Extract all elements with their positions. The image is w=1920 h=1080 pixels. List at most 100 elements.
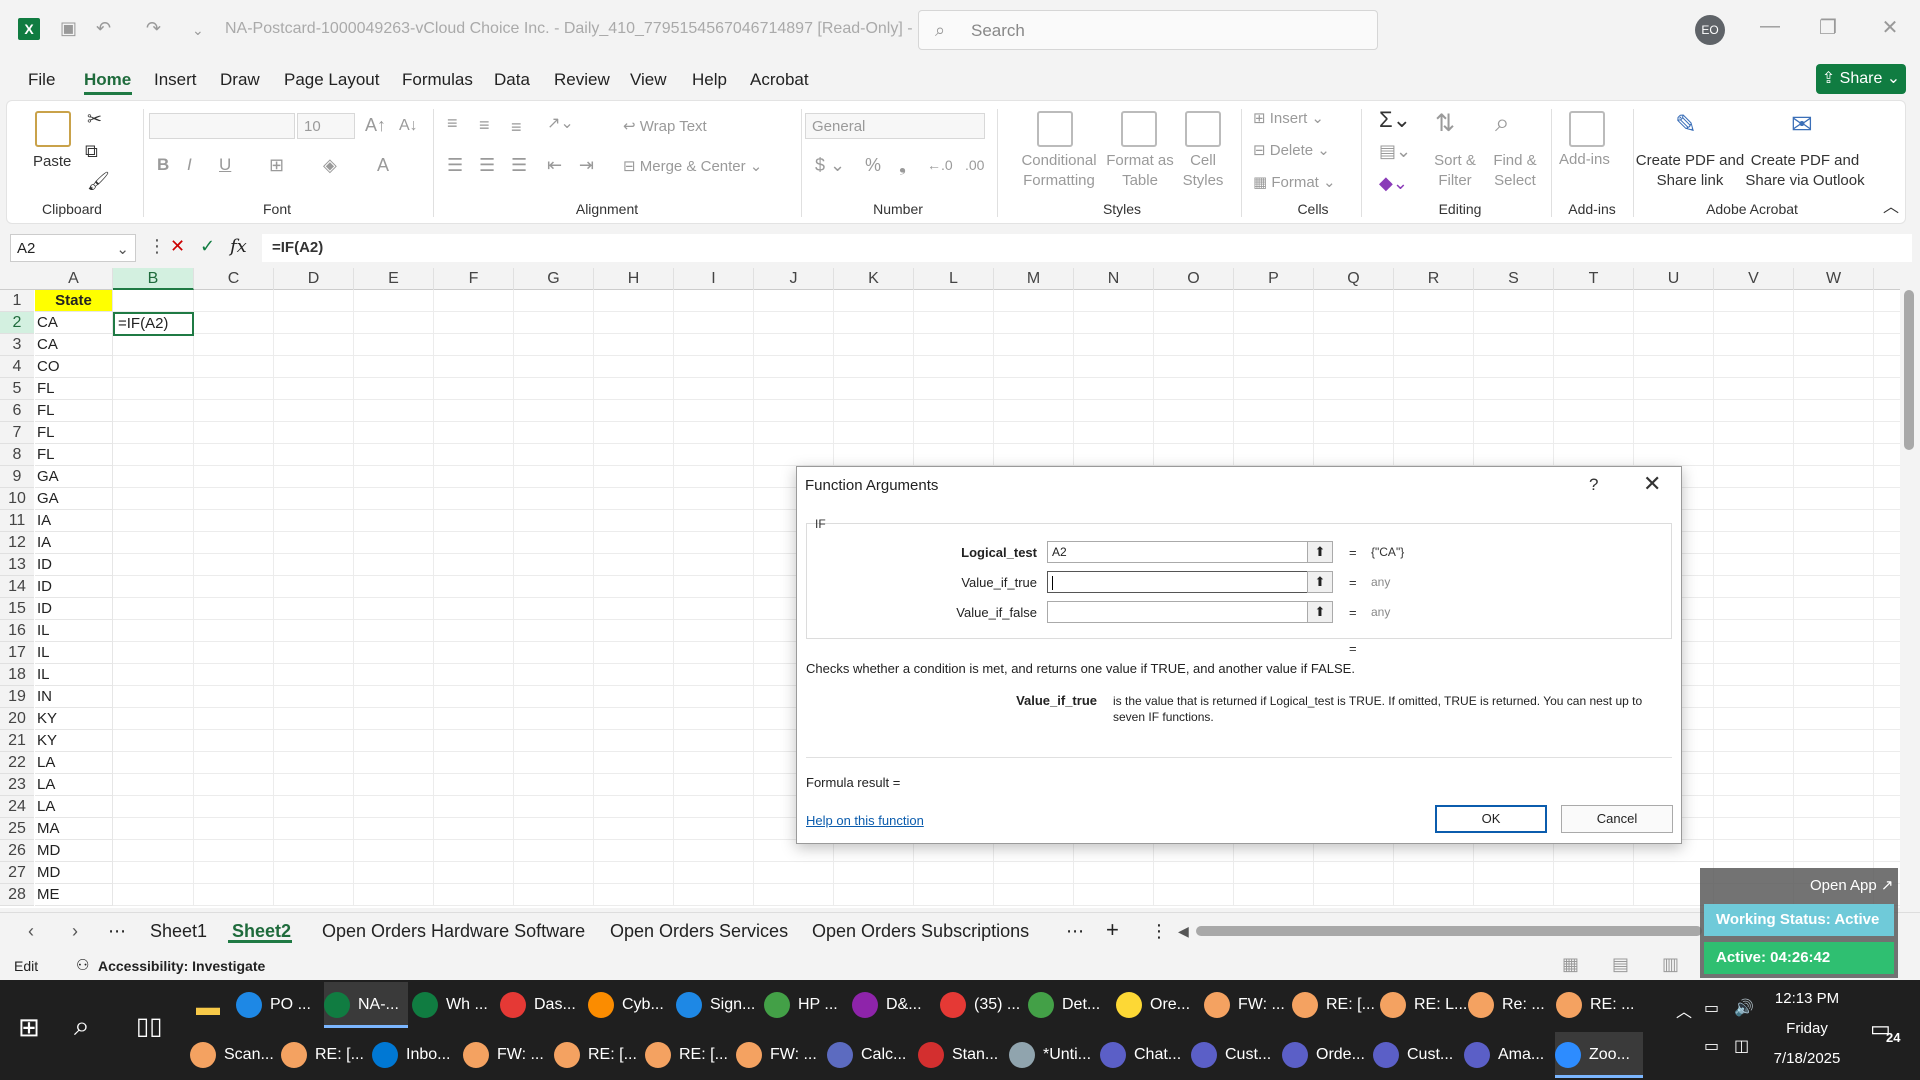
taskbar-app[interactable]: FW: ... <box>736 1032 824 1078</box>
page-break-view-icon[interactable]: ▥ <box>1662 954 1679 975</box>
cell-a[interactable]: LA <box>35 774 113 796</box>
column-header[interactable]: A <box>35 268 113 290</box>
row-header[interactable]: 22 <box>0 752 34 774</box>
show-hidden-icons-icon[interactable]: ︿ <box>1676 998 1692 1022</box>
column-header[interactable]: T <box>1554 268 1634 290</box>
currency-icon[interactable]: $ ⌄ <box>815 155 845 176</box>
row-header[interactable]: 21 <box>0 730 34 752</box>
taskbar-app[interactable]: (35) ... <box>940 982 1024 1028</box>
tab-options-icon[interactable]: ⋮ <box>1150 921 1168 942</box>
cancel-button[interactable]: Cancel <box>1561 805 1673 833</box>
taskbar-app[interactable]: Chat... <box>1100 1032 1188 1078</box>
decrease-indent-icon[interactable]: ⇤ <box>547 155 562 176</box>
sheet-tab-services[interactable]: Open Orders Services <box>610 921 788 942</box>
sheet-tab-sheet2[interactable]: Sheet2 <box>232 921 291 942</box>
windows-start-icon[interactable]: ⊞ <box>18 1012 40 1043</box>
next-sheet-icon[interactable]: › <box>72 921 78 942</box>
align-right-icon[interactable]: ☰ <box>511 155 527 176</box>
share-button[interactable]: ⇪ Share ⌄ <box>1816 64 1906 94</box>
row-header[interactable]: 16 <box>0 620 34 642</box>
cell-a[interactable]: ID <box>35 554 113 576</box>
cell-a[interactable]: IA <box>35 510 113 532</box>
cut-icon[interactable]: ✂ <box>87 109 102 130</box>
column-header[interactable]: P <box>1234 268 1314 290</box>
cell-a[interactable]: MA <box>35 818 113 840</box>
row-header[interactable]: 1 <box>0 290 34 312</box>
normal-view-icon[interactable]: ▦ <box>1562 954 1579 975</box>
taskbar-app[interactable]: PO ... <box>236 982 320 1028</box>
sort-filter-button[interactable]: Sort & Filter <box>1425 151 1485 191</box>
row-header[interactable]: 4 <box>0 356 34 378</box>
row-header[interactable]: 3 <box>0 334 34 356</box>
decrease-decimal-icon[interactable]: .00 <box>965 157 984 173</box>
taskbar-app[interactable]: HP ... <box>764 982 848 1028</box>
row-header[interactable]: 18 <box>0 664 34 686</box>
cell-a[interactable]: IL <box>35 642 113 664</box>
column-header[interactable]: R <box>1394 268 1474 290</box>
column-header[interactable]: G <box>514 268 594 290</box>
row-header[interactable]: 20 <box>0 708 34 730</box>
taskbar-app[interactable]: Sign... <box>676 982 760 1028</box>
create-pdf-outlook-button[interactable]: Create PDF and Share via Outlook <box>1743 151 1867 191</box>
undo-icon[interactable]: ↶ <box>96 18 111 39</box>
clear-icon[interactable]: ◆⌄ <box>1379 173 1408 194</box>
volume-icon[interactable]: 🔊 <box>1734 998 1754 1018</box>
taskbar-app[interactable]: Scan... <box>190 1032 278 1078</box>
cell-a[interactable]: MD <box>35 862 113 884</box>
network-icon[interactable]: ▭ <box>1704 1036 1719 1056</box>
taskbar-app[interactable]: Ore... <box>1116 982 1200 1028</box>
column-header[interactable]: K <box>834 268 914 290</box>
autosum-icon[interactable]: Σ⌄ <box>1379 107 1411 133</box>
clock-day[interactable]: Friday <box>1752 1020 1862 1037</box>
active-cell-b2[interactable]: =IF(A2) <box>113 312 194 336</box>
value-if-true-input[interactable] <box>1047 571 1309 593</box>
wrap-text-button[interactable]: ↩ Wrap Text <box>623 117 707 135</box>
underline-icon[interactable]: U <box>219 155 231 175</box>
row-header[interactable]: 7 <box>0 422 34 444</box>
insert-function-icon[interactable]: fx <box>230 236 247 257</box>
font-name-select[interactable] <box>149 113 295 139</box>
scroll-left-icon[interactable]: ◀ <box>1178 923 1189 940</box>
help-icon[interactable]: ? <box>1589 475 1598 495</box>
column-header[interactable]: L <box>914 268 994 290</box>
taskbar-app[interactable]: D&... <box>852 982 936 1028</box>
sheet-tab-sheet1[interactable]: Sheet1 <box>150 921 207 942</box>
taskbar-app[interactable]: Cyb... <box>588 982 672 1028</box>
row-header[interactable]: 13 <box>0 554 34 576</box>
row-header[interactable]: 15 <box>0 598 34 620</box>
cancel-entry-icon[interactable]: ✕ <box>170 236 185 257</box>
formula-input[interactable]: =IF(A2) <box>262 234 1912 262</box>
font-size-select[interactable]: 10 <box>297 113 355 139</box>
taskbar-app[interactable]: RE: L... <box>1380 982 1467 1028</box>
cell-a[interactable]: FL <box>35 422 113 444</box>
cell-styles-icon[interactable] <box>1185 111 1221 147</box>
column-header[interactable]: O <box>1154 268 1234 290</box>
delete-cells-button[interactable]: ⊟ Delete ⌄ <box>1253 141 1330 159</box>
row-header[interactable]: 17 <box>0 642 34 664</box>
cell-a[interactable]: IN <box>35 686 113 708</box>
orientation-icon[interactable]: ↗⌄ <box>547 113 574 133</box>
confirm-entry-icon[interactable]: ✓ <box>200 236 215 257</box>
row-header[interactable]: 27 <box>0 862 34 884</box>
tab-view[interactable]: View <box>630 70 667 90</box>
borders-icon[interactable]: ⊞ <box>269 155 284 176</box>
column-header[interactable]: M <box>994 268 1074 290</box>
align-center-icon[interactable]: ☰ <box>479 155 495 176</box>
decrease-font-icon[interactable]: A↓ <box>399 117 418 135</box>
addins-button[interactable]: Add-ins <box>1559 151 1610 168</box>
value-if-false-input[interactable] <box>1047 601 1309 623</box>
number-format-select[interactable]: General <box>805 113 985 139</box>
taskbar-app[interactable]: Das... <box>500 982 584 1028</box>
task-view-icon[interactable]: ▯▯ <box>136 1012 162 1041</box>
paste-label[interactable]: Paste <box>33 153 71 170</box>
addins-icon[interactable] <box>1569 111 1605 147</box>
create-pdf-share-link-button[interactable]: Create PDF and Share link <box>1635 151 1745 191</box>
tab-page-layout[interactable]: Page Layout <box>284 70 379 90</box>
comma-icon[interactable]: ❟ <box>899 155 906 176</box>
percent-icon[interactable]: % <box>865 155 881 176</box>
taskbar-app[interactable]: RE: [... <box>645 1032 733 1078</box>
collapse-ribbon-icon[interactable]: ︿ <box>1883 193 1899 217</box>
save-icon[interactable]: ▣ <box>60 18 77 39</box>
tab-formulas[interactable]: Formulas <box>402 70 473 90</box>
row-header[interactable]: 19 <box>0 686 34 708</box>
